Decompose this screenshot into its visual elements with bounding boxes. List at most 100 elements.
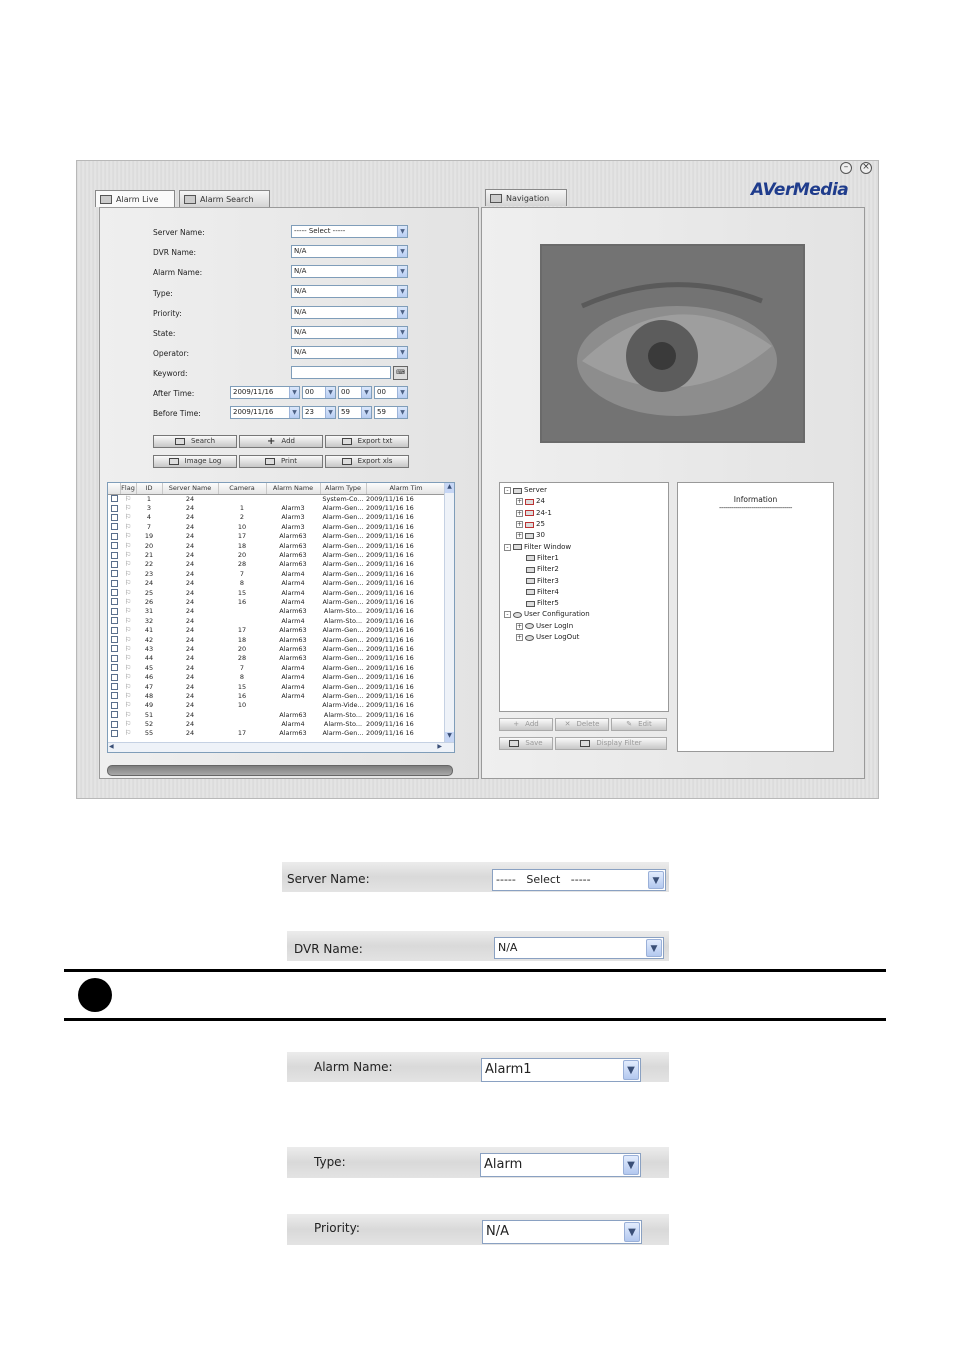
alarm-name-select[interactable]: Alarm1 ▼ [481, 1058, 641, 1082]
flag-cell[interactable]: ⚐ [120, 616, 136, 625]
flag-cell[interactable]: ⚐ [120, 532, 136, 541]
row-checkbox-cell[interactable] [108, 597, 120, 606]
row-checkbox[interactable] [110, 683, 118, 690]
row-checkbox[interactable] [110, 551, 118, 559]
expand-icon[interactable]: + [516, 532, 523, 540]
flag-icon[interactable]: ⚐ [125, 542, 131, 550]
table-row[interactable]: ⚐ 24 24 8 Alarm4 Alarm-Gen... 2009/11/16 16 [108, 579, 446, 588]
flag-cell[interactable]: ⚐ [120, 682, 136, 691]
flag-cell[interactable]: ⚐ [120, 607, 136, 616]
before-second-select[interactable]: 59 ▼ [374, 406, 408, 419]
flag-cell[interactable]: ⚐ [120, 663, 136, 672]
priority-select[interactable]: N/A ▼ [482, 1220, 642, 1244]
row-checkbox[interactable] [110, 598, 118, 606]
flag-icon[interactable]: ⚐ [125, 560, 131, 568]
column-header[interactable]: Camera [218, 483, 267, 495]
table-row[interactable]: ⚐ 1 24 System-Co... 2009/11/16 16 [108, 494, 446, 503]
row-checkbox-cell[interactable] [108, 625, 120, 634]
server-name-select[interactable]: ----- Select ----- ▼ [291, 225, 408, 238]
row-checkbox-cell[interactable] [108, 672, 120, 681]
before-minute-select[interactable]: 59 ▼ [338, 406, 372, 419]
row-checkbox-cell[interactable] [108, 541, 120, 550]
priority-select[interactable]: N/A ▼ [291, 306, 408, 319]
row-checkbox-cell[interactable] [108, 607, 120, 616]
dvr-name-select[interactable]: N/A ▼ [494, 937, 664, 959]
row-checkbox-cell[interactable] [108, 701, 120, 710]
row-checkbox[interactable] [110, 711, 118, 719]
server-name-select[interactable]: ----- Select ----- ▼ [492, 869, 666, 891]
flag-cell[interactable]: ⚐ [120, 635, 136, 644]
flag-icon[interactable]: ⚐ [125, 626, 131, 634]
row-checkbox-cell[interactable] [108, 503, 120, 512]
collapse-icon[interactable]: - [504, 611, 511, 619]
flag-icon[interactable]: ⚐ [125, 570, 131, 578]
row-checkbox[interactable] [110, 607, 118, 615]
flag-cell[interactable]: ⚐ [120, 522, 136, 531]
tree-node-filter[interactable]: Filter3 [504, 575, 664, 586]
before-date-select[interactable]: 2009/11/16 ▼ [230, 406, 300, 419]
table-row[interactable]: ⚐ 23 24 7 Alarm4 Alarm-Gen... 2009/11/16 16 [108, 569, 446, 578]
chevron-left-icon[interactable]: ◀ [109, 743, 114, 750]
row-checkbox[interactable] [110, 654, 118, 662]
expand-icon[interactable]: + [516, 521, 523, 529]
row-checkbox[interactable] [110, 523, 118, 531]
tree-node-dvr[interactable]: +24 [504, 496, 664, 507]
table-row[interactable]: ⚐ 55 24 17 Alarm63 Alarm-Gen... 2009/11/16 16 [108, 729, 446, 738]
flag-icon[interactable]: ⚐ [125, 607, 131, 615]
flag-icon[interactable]: ⚐ [125, 523, 131, 531]
row-checkbox-cell[interactable] [108, 635, 120, 644]
close-icon[interactable]: × [860, 162, 872, 174]
flag-icon[interactable]: ⚐ [125, 551, 131, 559]
export-txt-button[interactable]: Export txt [325, 435, 409, 448]
table-row[interactable]: ⚐ 7 24 10 Alarm3 Alarm-Gen... 2009/11/16 16 [108, 522, 446, 531]
after-minute-select[interactable]: 00 ▼ [338, 386, 372, 399]
row-checkbox[interactable] [110, 560, 118, 568]
flag-icon[interactable]: ⚐ [125, 645, 131, 653]
table-row[interactable]: ⚐ 22 24 28 Alarm63 Alarm-Gen... 2009/11/16 16 [108, 560, 446, 569]
row-checkbox-cell[interactable] [108, 532, 120, 541]
table-row[interactable]: ⚐ 47 24 15 Alarm4 Alarm-Gen... 2009/11/16 16 [108, 682, 446, 691]
state-select[interactable]: N/A ▼ [291, 326, 408, 339]
row-checkbox-cell[interactable] [108, 729, 120, 738]
row-checkbox-cell[interactable] [108, 616, 120, 625]
table-row[interactable]: ⚐ 48 24 16 Alarm4 Alarm-Gen... 2009/11/16 16 [108, 691, 446, 700]
table-row[interactable]: ⚐ 32 24 Alarm4 Alarm-Sto... 2009/11/16 16 [108, 616, 446, 625]
chevron-up-icon[interactable]: ▲ [445, 483, 454, 493]
minimize-icon[interactable]: – [840, 162, 852, 174]
table-row[interactable]: ⚐ 26 24 16 Alarm4 Alarm-Gen... 2009/11/16 16 [108, 597, 446, 606]
row-checkbox-cell[interactable] [108, 654, 120, 663]
row-checkbox[interactable] [110, 645, 118, 653]
table-row[interactable]: ⚐ 21 24 20 Alarm63 Alarm-Gen... 2009/11/16 16 [108, 550, 446, 559]
flag-icon[interactable]: ⚐ [125, 654, 131, 662]
row-checkbox[interactable] [110, 532, 118, 540]
flag-cell[interactable]: ⚐ [120, 701, 136, 710]
row-checkbox-cell[interactable] [108, 513, 120, 522]
flag-cell[interactable]: ⚐ [120, 541, 136, 550]
flag-cell[interactable]: ⚐ [120, 560, 136, 569]
table-row[interactable]: ⚐ 20 24 18 Alarm63 Alarm-Gen... 2009/11/16 16 [108, 541, 446, 550]
flag-icon[interactable]: ⚐ [125, 532, 131, 540]
tree-node-filter[interactable]: Filter2 [504, 564, 664, 575]
flag-icon[interactable]: ⚐ [125, 589, 131, 597]
expand-icon[interactable]: + [516, 634, 523, 641]
table-row[interactable]: ⚐ 4 24 2 Alarm3 Alarm-Gen... 2009/11/16 16 [108, 513, 446, 522]
tab-alarm-search[interactable]: Alarm Search [179, 190, 270, 207]
type-select[interactable]: Alarm ▼ [480, 1153, 641, 1177]
row-checkbox[interactable] [110, 504, 118, 512]
export-xls-button[interactable]: Export xls [325, 455, 409, 468]
table-row[interactable]: ⚐ 51 24 Alarm63 Alarm-Sto... 2009/11/16 16 [108, 710, 446, 719]
table-row[interactable]: ⚐ 44 24 28 Alarm63 Alarm-Gen... 2009/11/16 16 [108, 654, 446, 663]
tree-node-filter[interactable]: Filter4 [504, 587, 664, 598]
row-checkbox-cell[interactable] [108, 522, 120, 531]
flag-icon[interactable]: ⚐ [125, 692, 131, 700]
vertical-scrollbar[interactable]: ▲ ▼ [444, 483, 454, 742]
flag-cell[interactable]: ⚐ [120, 494, 136, 503]
tree-node-dvr[interactable]: +25 [504, 519, 664, 530]
operator-select[interactable]: N/A ▼ [291, 346, 408, 359]
tree-node-user[interactable]: + User LogIn [504, 621, 664, 632]
row-checkbox-cell[interactable] [108, 494, 120, 503]
table-row[interactable]: ⚐ 45 24 7 Alarm4 Alarm-Gen... 2009/11/16 16 [108, 663, 446, 672]
table-row[interactable]: ⚐ 42 24 18 Alarm63 Alarm-Gen... 2009/11/16 16 [108, 635, 446, 644]
tree-node-dvr[interactable]: +30 [504, 530, 664, 541]
dvr-name-select[interactable]: N/A ▼ [291, 245, 408, 258]
